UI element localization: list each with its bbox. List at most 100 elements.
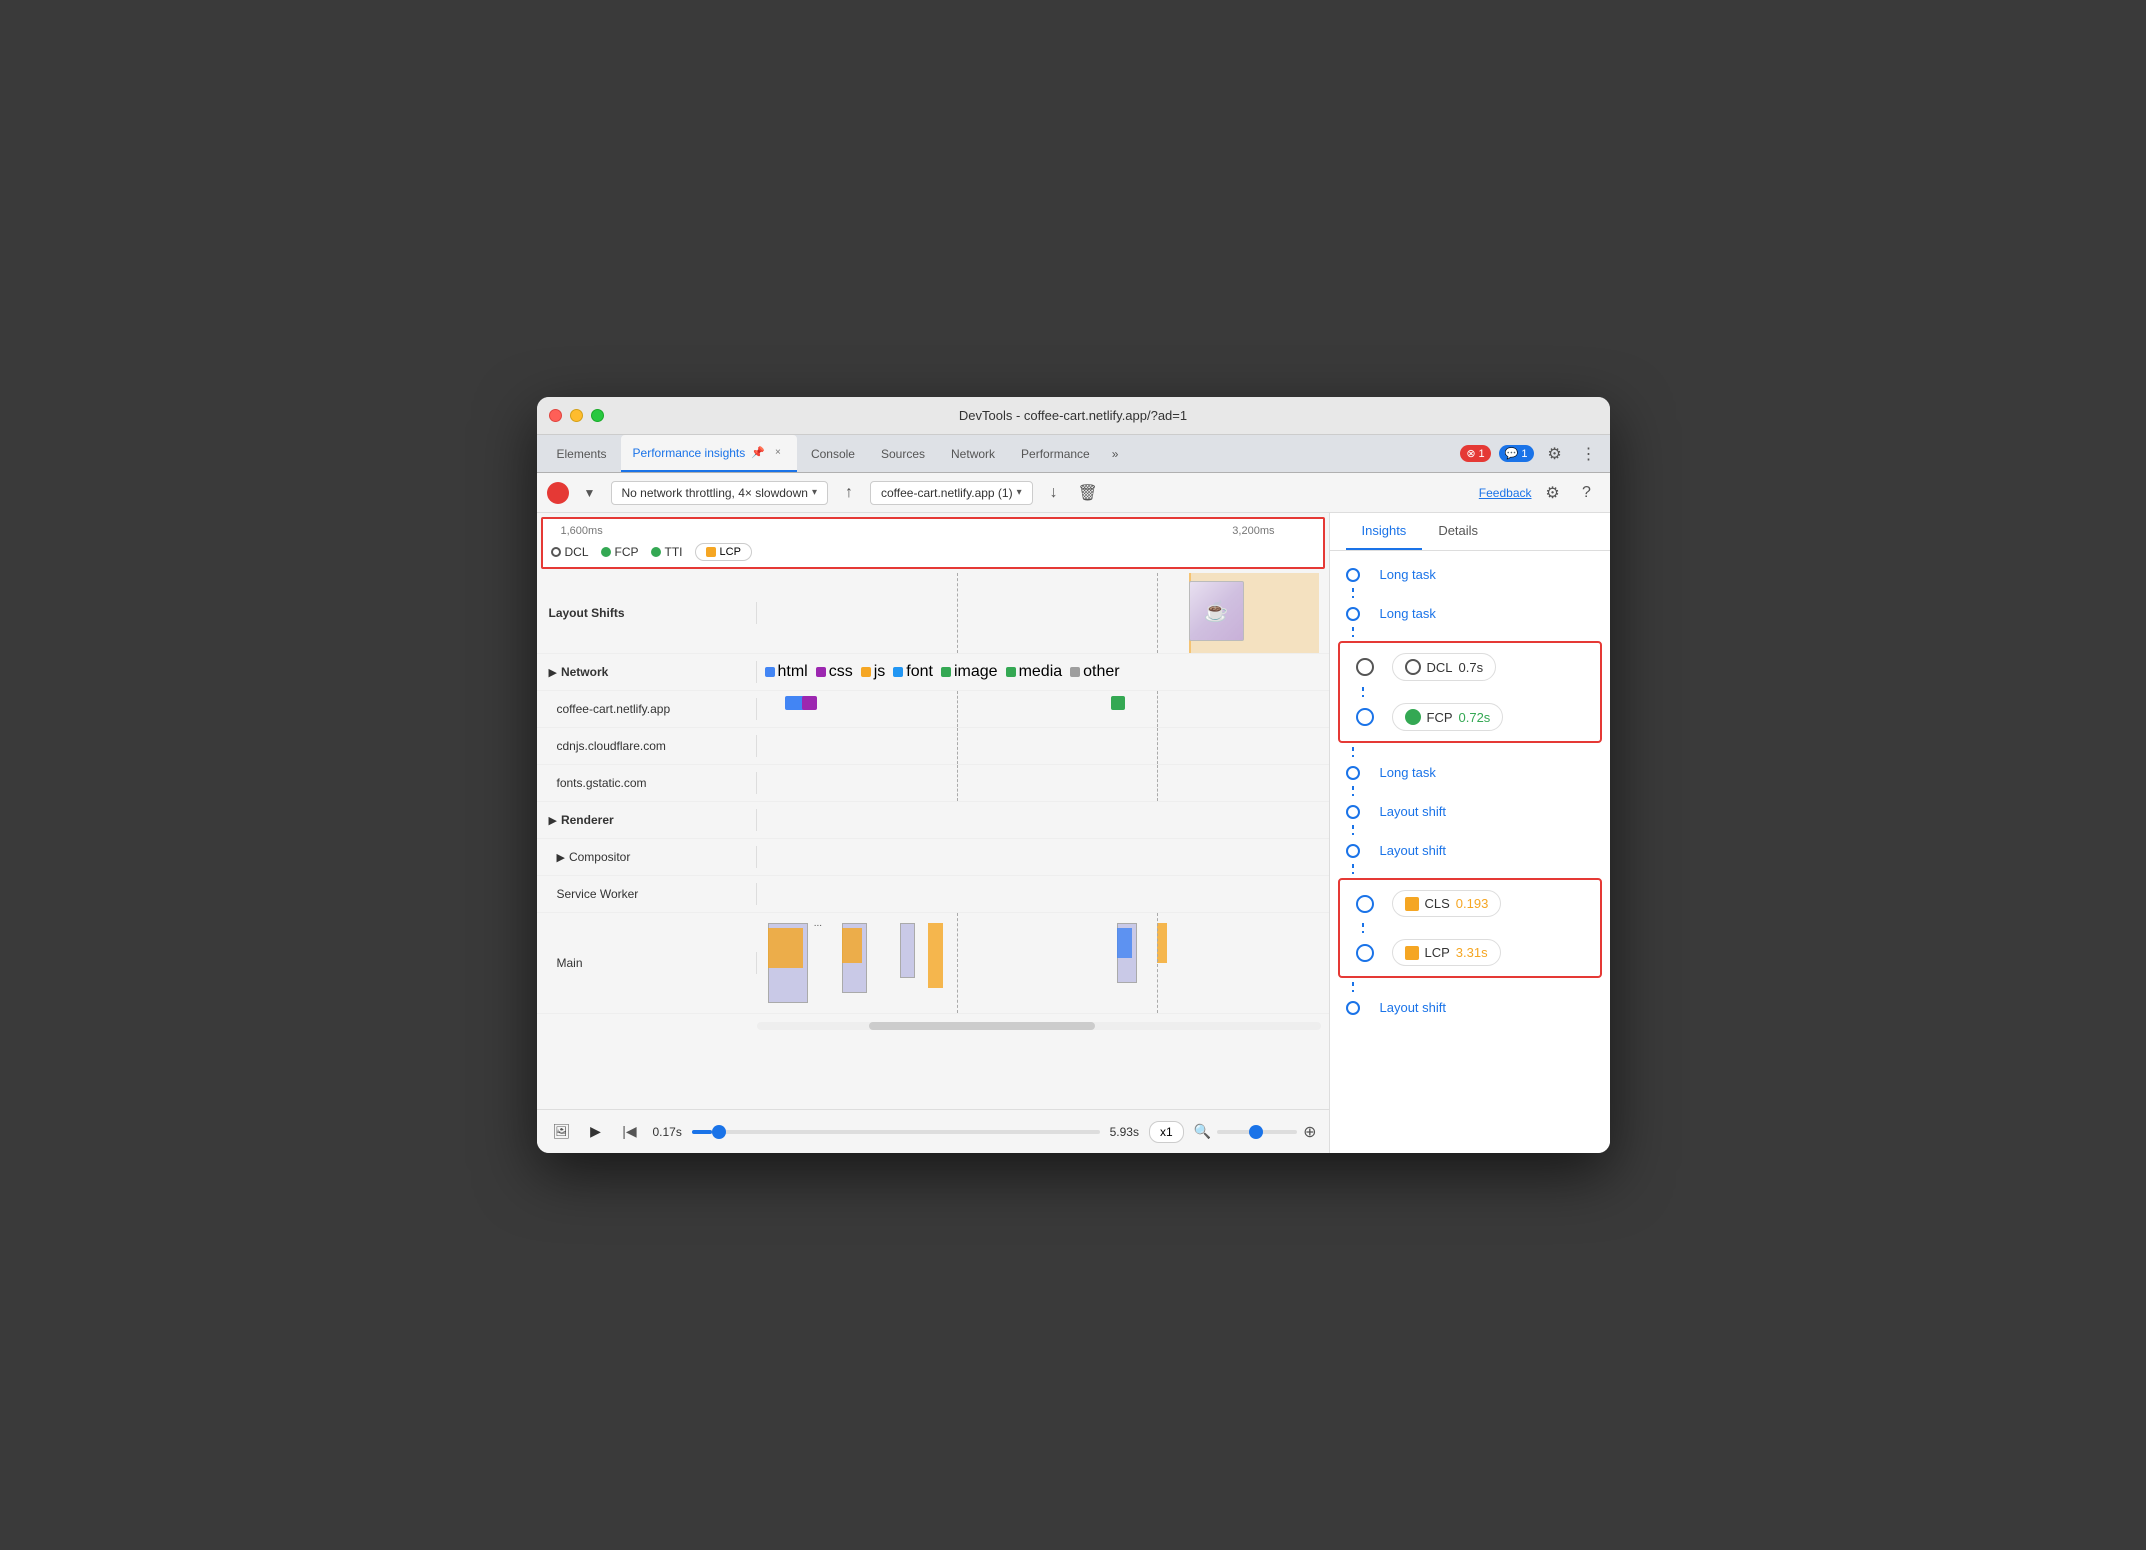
- marker-1600: 1,600ms: [561, 525, 603, 537]
- gear-icon[interactable]: ⚙: [1540, 480, 1566, 506]
- tab-performance-label: Performance: [1021, 447, 1090, 461]
- feedback-button[interactable]: Feedback: [1479, 486, 1532, 500]
- renderer-content: [757, 802, 1329, 838]
- renderer-label[interactable]: ▶ Renderer: [537, 809, 757, 831]
- toolbar: ▼ No network throttling, 4× slowdown ▾ ↑…: [537, 473, 1610, 513]
- tab-performance-insights[interactable]: Performance insights 📌 ×: [621, 435, 797, 472]
- vt-dot-1: [1346, 568, 1360, 582]
- settings-button[interactable]: ⚙: [1542, 441, 1568, 467]
- tab-console[interactable]: Console: [799, 435, 867, 472]
- skip-start-button[interactable]: |◀: [617, 1119, 643, 1145]
- dcl-chip-icon: [1405, 659, 1421, 675]
- vt-connector-1: [1346, 568, 1368, 582]
- tab-sources[interactable]: Sources: [869, 435, 937, 472]
- legend-other: other: [1070, 663, 1119, 681]
- dashed-line-6: [1157, 728, 1158, 764]
- compositor-label[interactable]: ▶ Compositor: [537, 846, 757, 868]
- lcp-chip-label: LCP: [720, 546, 741, 558]
- speed-button[interactable]: x1: [1149, 1121, 1184, 1143]
- layout-shifts-track: Layout Shifts ☕: [537, 573, 1329, 654]
- tab-details[interactable]: Details: [1422, 513, 1494, 550]
- tab-more-button[interactable]: »: [1104, 435, 1127, 472]
- lcp-chip: LCP 3.31s: [1392, 939, 1501, 966]
- vt-dot-4: [1346, 805, 1360, 819]
- lcp-chip-value: 3.31s: [1456, 945, 1488, 960]
- more-options-button[interactable]: ⋮: [1576, 441, 1602, 467]
- vt-segment-3: Long task: [1330, 757, 1610, 786]
- fcp-metric-row: FCP 0.72s: [1340, 697, 1600, 737]
- playback-bar: 🖼 ▶ |◀ 0.17s 5.93s x1 🔍 ⊕: [537, 1109, 1329, 1153]
- long-task-3[interactable]: Long task: [1380, 759, 1610, 786]
- window-title: DevTools - coffee-cart.netlify.app/?ad=1: [959, 408, 1187, 423]
- tab-elements[interactable]: Elements: [545, 435, 619, 472]
- tab-close-icon[interactable]: ×: [771, 446, 785, 460]
- fullscreen-button[interactable]: [591, 409, 604, 422]
- record-button[interactable]: [547, 482, 569, 504]
- screenshot-thumbnail: ☕: [1189, 581, 1244, 641]
- vt-segment-2: Long task: [1330, 598, 1610, 627]
- scrollbar-thumb[interactable]: [869, 1022, 1095, 1030]
- tti-label: TTI: [665, 545, 683, 559]
- network-legend: html css js font: [757, 654, 1329, 690]
- right-panel: Insights Details Long task: [1330, 513, 1610, 1153]
- metric-fcp: FCP: [601, 545, 639, 559]
- metric-tti: TTI: [651, 545, 683, 559]
- screenshot-view-button[interactable]: 🖼: [549, 1119, 575, 1145]
- delete-button[interactable]: 🗑: [1075, 480, 1101, 506]
- tab-network[interactable]: Network: [939, 435, 1007, 472]
- lcp-chip-label: LCP: [1425, 945, 1450, 960]
- horizontal-scrollbar[interactable]: [757, 1022, 1321, 1030]
- layout-shift-2[interactable]: Layout shift: [1380, 837, 1610, 864]
- network-site-row-3: fonts.gstatic.com: [537, 765, 1329, 802]
- legend-html-label: html: [778, 663, 808, 681]
- lcp-square-icon: [706, 547, 716, 557]
- playback-thumb[interactable]: [712, 1125, 726, 1139]
- network-site-3-content: [757, 765, 1329, 801]
- network-site-row-1: coffee-cart.netlify.app: [537, 691, 1329, 728]
- long-task-2[interactable]: Long task: [1380, 600, 1610, 627]
- main-content: 1,600ms 3,200ms DCL FCP TTI: [537, 513, 1610, 1153]
- playback-slider[interactable]: [692, 1130, 1100, 1134]
- vt-dot-6: [1346, 1001, 1360, 1015]
- long-task-1[interactable]: Long task: [1380, 561, 1610, 588]
- tab-performance[interactable]: Performance: [1009, 435, 1102, 472]
- network-label[interactable]: ▶ Network: [537, 661, 757, 683]
- network-site-1-content: [757, 691, 1329, 727]
- vt-line-2: [1352, 627, 1354, 637]
- export-button[interactable]: ↓: [1041, 480, 1067, 506]
- devtools-window: DevTools - coffee-cart.netlify.app/?ad=1…: [537, 397, 1610, 1153]
- layout-shift-3[interactable]: Layout shift: [1380, 994, 1610, 1021]
- close-button[interactable]: [549, 409, 562, 422]
- legend-css: css: [816, 663, 853, 681]
- tab-sources-label: Sources: [881, 447, 925, 461]
- zoom-thumb[interactable]: [1249, 1125, 1263, 1139]
- help-icon[interactable]: ?: [1574, 480, 1600, 506]
- zoom-slider[interactable]: [1217, 1130, 1297, 1134]
- media-color-icon: [1006, 667, 1016, 677]
- zoom-out-icon[interactable]: 🔍: [1194, 1123, 1211, 1140]
- tti-dot: [651, 547, 661, 557]
- tab-bar: Elements Performance insights 📌 × Consol…: [537, 435, 1610, 473]
- error-icon: ⊗: [1466, 447, 1475, 460]
- upload-button[interactable]: ↑: [836, 480, 862, 506]
- network-throttle-dropdown[interactable]: No network throttling, 4× slowdown ▾: [611, 481, 828, 505]
- vt-line-3: [1352, 747, 1354, 757]
- zoom-in-icon[interactable]: ⊕: [1303, 1122, 1316, 1142]
- tab-elements-label: Elements: [557, 447, 607, 461]
- start-time: 0.17s: [653, 1125, 682, 1139]
- font-color-icon: [893, 667, 903, 677]
- lcp-indicator: [1356, 944, 1374, 962]
- main-content-track: ...: [757, 913, 1329, 1013]
- dcl-chip-value: 0.7s: [1459, 660, 1484, 675]
- url-dropdown[interactable]: coffee-cart.netlify.app (1) ▾: [870, 481, 1033, 505]
- dropdown-arrow-button[interactable]: ▼: [577, 480, 603, 506]
- network-site-2-content: [757, 728, 1329, 764]
- legend-js: js: [861, 663, 886, 681]
- layout-shift-1[interactable]: Layout shift: [1380, 798, 1610, 825]
- layout-shifts-content: ☕: [757, 573, 1329, 653]
- cls-chip-value: 0.193: [1456, 896, 1489, 911]
- play-button[interactable]: ▶: [585, 1121, 607, 1143]
- tab-insights[interactable]: Insights: [1346, 513, 1423, 550]
- marker-3200: 3,200ms: [1232, 525, 1274, 537]
- minimize-button[interactable]: [570, 409, 583, 422]
